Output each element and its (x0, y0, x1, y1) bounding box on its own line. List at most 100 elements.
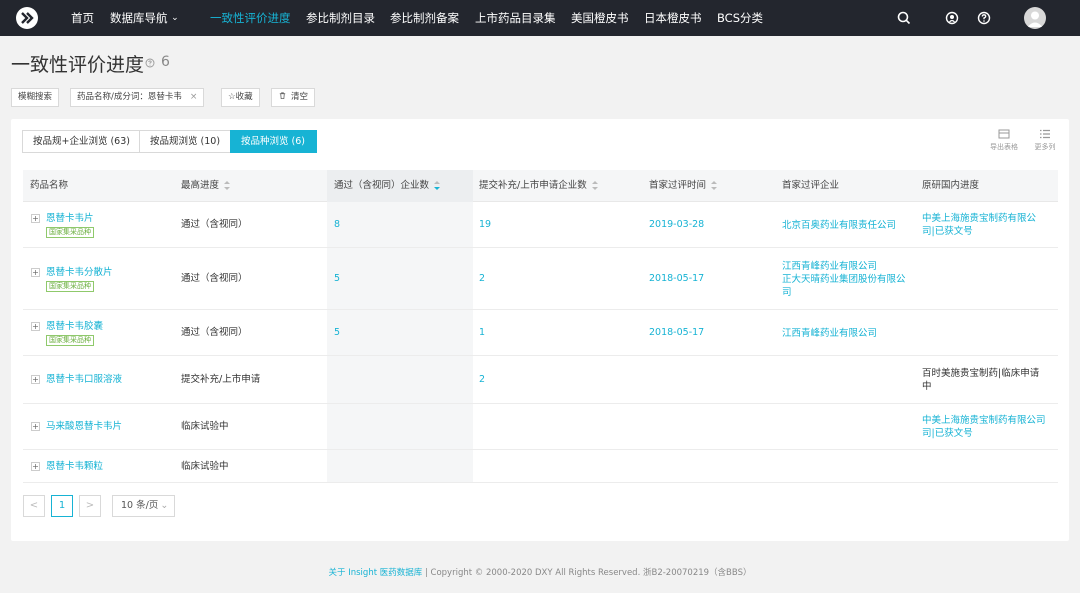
first-pass-date-link[interactable]: 2019-03-28 (649, 218, 704, 231)
search-icon[interactable] (896, 10, 912, 26)
fuzzy-search-button[interactable]: 模糊搜索 (11, 88, 60, 107)
logo-icon[interactable] (16, 7, 38, 29)
col-passed-count[interactable]: 通过（含视同）企业数 (327, 170, 473, 202)
drug-name-link[interactable]: 恩替卡韦颗粒 (46, 460, 103, 473)
tab-by-spec-company[interactable]: 按品规+企业浏览 (63) (22, 130, 140, 153)
drug-name-link[interactable]: 恩替卡韦口服溶液 (46, 373, 122, 386)
sort-icon (591, 180, 598, 191)
col-highest-progress[interactable]: 最高进度 (181, 170, 231, 202)
original-progress-text-line[interactable]: 司|已获文号 (922, 427, 1046, 440)
close-icon[interactable]: × (190, 92, 198, 102)
nav-home[interactable]: 首页 (71, 0, 94, 36)
first-pass-date-link[interactable]: 2018-05-17 (649, 326, 704, 339)
col-submitted-count[interactable]: 提交补充/上市申请企业数 (479, 170, 598, 202)
drug-name-link[interactable]: 恩替卡韦分散片 (46, 266, 113, 279)
original-progress-text-line: 百时美施贵宝制药|临床申请 (922, 368, 1040, 379)
original-progress-text[interactable]: 中美上海施贵宝制药有限公司 司|已获文号 (922, 414, 1046, 440)
procurement-tag-badge: 国家集采品种 (46, 227, 94, 238)
expand-row-icon[interactable]: + (31, 461, 40, 471)
original-progress-text[interactable]: 中美上海施贵宝制药有限公 司|已获文号 (922, 212, 1036, 238)
highest-progress-text: 临床试验中 (181, 460, 229, 472)
col-drug-name: 药品名称 (30, 180, 69, 191)
original-progress-text: 百时美施贵宝制药|临床申请中 (922, 367, 1039, 393)
submitted-count-link[interactable]: 2 (479, 373, 485, 386)
nav-listed-drugs[interactable]: 上市药品目录集 (475, 0, 556, 36)
chevron-down-icon: ⌄ (160, 500, 169, 511)
favorite-button[interactable]: ☆收藏 (221, 88, 260, 107)
first-pass-company-link-line[interactable]: 北京百奥药业有限责任公司 (782, 219, 896, 232)
expand-row-icon[interactable]: + (31, 375, 40, 384)
tab-by-spec[interactable]: 按品规浏览 (10) (139, 130, 231, 153)
nav-consistency-progress[interactable]: 一致性评价进度 (210, 0, 291, 36)
notification-icon[interactable] (944, 10, 960, 26)
original-progress-text-line[interactable]: 中美上海施贵宝制药有限公司 (922, 414, 1046, 427)
highest-progress-text: 通过（含视同） (181, 273, 248, 284)
table-header: 药品名称 最高进度 通过（含视同）企业数 提交补充/上市申请企业数 首家过评时间… (23, 170, 1058, 202)
highest-progress-text: 通过（含视同） (181, 219, 248, 230)
tab-by-variety[interactable]: 按品种浏览 (6) (230, 130, 317, 153)
page-1-button[interactable]: 1 (51, 495, 73, 517)
footer: 关于 Insight 医药数据库 | Copyright © 2000-2020… (328, 568, 752, 578)
trash-icon (279, 92, 286, 100)
sort-icon (224, 180, 231, 191)
drug-name-link[interactable]: 恩替卡韦片 (46, 212, 94, 225)
help-icon[interactable] (976, 10, 992, 26)
first-pass-company-link[interactable]: 北京百奥药业有限责任公司 (782, 219, 896, 232)
next-page-button[interactable]: > (79, 495, 101, 517)
page-size-select[interactable]: 10 条/页 ⌄ (112, 495, 175, 517)
first-pass-company-link[interactable]: 江西青峰药业有限公司 (782, 327, 877, 340)
export-table-button[interactable]: 导出表格 (988, 128, 1020, 152)
table-row: + 马来酸恩替卡韦片 临床试验中 中美上海施贵宝制药有限公司 司|已获文号 (23, 404, 1058, 450)
expand-row-icon[interactable]: + (31, 268, 40, 277)
table-row: + 恩替卡韦片国家集采品种 通过（含视同） 8 19 2019-03-28 北京百奥药业有限… (23, 202, 1058, 248)
about-link[interactable]: 关于 Insight 医药数据库 (329, 568, 423, 578)
first-pass-company-link-line[interactable]: 司 (782, 286, 906, 299)
passed-count-link[interactable]: 5 (334, 326, 340, 339)
original-progress-text-line[interactable]: 中美上海施贵宝制药有限公 (922, 212, 1036, 225)
keyword-filter-chip: 药品名称/成分词：恩替卡韦 × (70, 88, 205, 107)
first-pass-company-link-line[interactable]: 正大天晴药业集团股份有限公 (782, 273, 906, 286)
drug-name-link[interactable]: 恩替卡韦胶囊 (46, 320, 103, 333)
sort-icon (711, 180, 718, 191)
copyright-text: Copyright © 2000-2020 DXY All Rights Res… (430, 568, 752, 578)
nav-us-orange-book[interactable]: 美国橙皮书 (571, 0, 629, 36)
submitted-count-link[interactable]: 2 (479, 272, 485, 285)
drug-name-link[interactable]: 马来酸恩替卡韦片 (46, 420, 122, 433)
table-row: + 恩替卡韦颗粒 临床试验中 (23, 450, 1058, 483)
first-pass-company-link[interactable]: 江西青峰药业有限公司 正大天晴药业集团股份有限公司 (782, 260, 906, 299)
more-columns-button[interactable]: 更多列 (1029, 128, 1061, 152)
col-first-pass-company: 首家过评企业 (782, 180, 840, 191)
submitted-count-link[interactable]: 19 (479, 218, 491, 231)
submitted-count-link[interactable]: 1 (479, 326, 485, 339)
page-title: 一致性评价进度 (11, 54, 145, 76)
clear-button[interactable]: 清空 (271, 88, 316, 107)
keyword-filter-label: 药品名称/成分词：恩替卡韦 (77, 92, 182, 102)
highest-progress-text: 临床试验中 (181, 421, 229, 432)
expand-row-icon[interactable]: + (31, 214, 40, 223)
procurement-tag-badge: 国家集采品种 (46, 281, 94, 292)
nav-reference-filing[interactable]: 参比制剂备案 (390, 0, 459, 36)
nav-database-nav[interactable]: 数据库导航 ⌄ (110, 0, 179, 36)
col-first-pass-date[interactable]: 首家过评时间 (649, 170, 718, 202)
expand-row-icon[interactable]: + (31, 422, 40, 431)
list-icon (1040, 129, 1050, 139)
col-original-progress: 原研国内进度 (922, 180, 980, 191)
nav-bcs[interactable]: BCS分类 (717, 0, 763, 36)
prev-page-button[interactable]: < (23, 495, 45, 517)
expand-row-icon[interactable]: + (31, 322, 40, 331)
procurement-tag-badge: 国家集采品种 (46, 335, 94, 346)
help-icon[interactable] (145, 58, 155, 68)
highest-progress-text: 提交补充/上市申请 (181, 374, 261, 385)
table-row: + 恩替卡韦口服溶液 提交补充/上市申请 2 百时美施贵宝制药|临床申请中 (23, 356, 1058, 404)
first-pass-date-link[interactable]: 2018-05-17 (649, 272, 704, 285)
nav-jp-orange-book[interactable]: 日本橙皮书 (644, 0, 702, 36)
export-icon (998, 129, 1010, 139)
passed-count-link[interactable]: 5 (334, 272, 340, 285)
nav-reference-catalog[interactable]: 参比制剂目录 (306, 0, 375, 36)
original-progress-text-line[interactable]: 司|已获文号 (922, 225, 1036, 238)
first-pass-company-link-line[interactable]: 江西青峰药业有限公司 (782, 260, 906, 273)
avatar[interactable] (1024, 7, 1046, 29)
original-progress-text-line: 中 (922, 381, 932, 392)
passed-count-link[interactable]: 8 (334, 218, 340, 231)
first-pass-company-link-line[interactable]: 江西青峰药业有限公司 (782, 327, 877, 340)
